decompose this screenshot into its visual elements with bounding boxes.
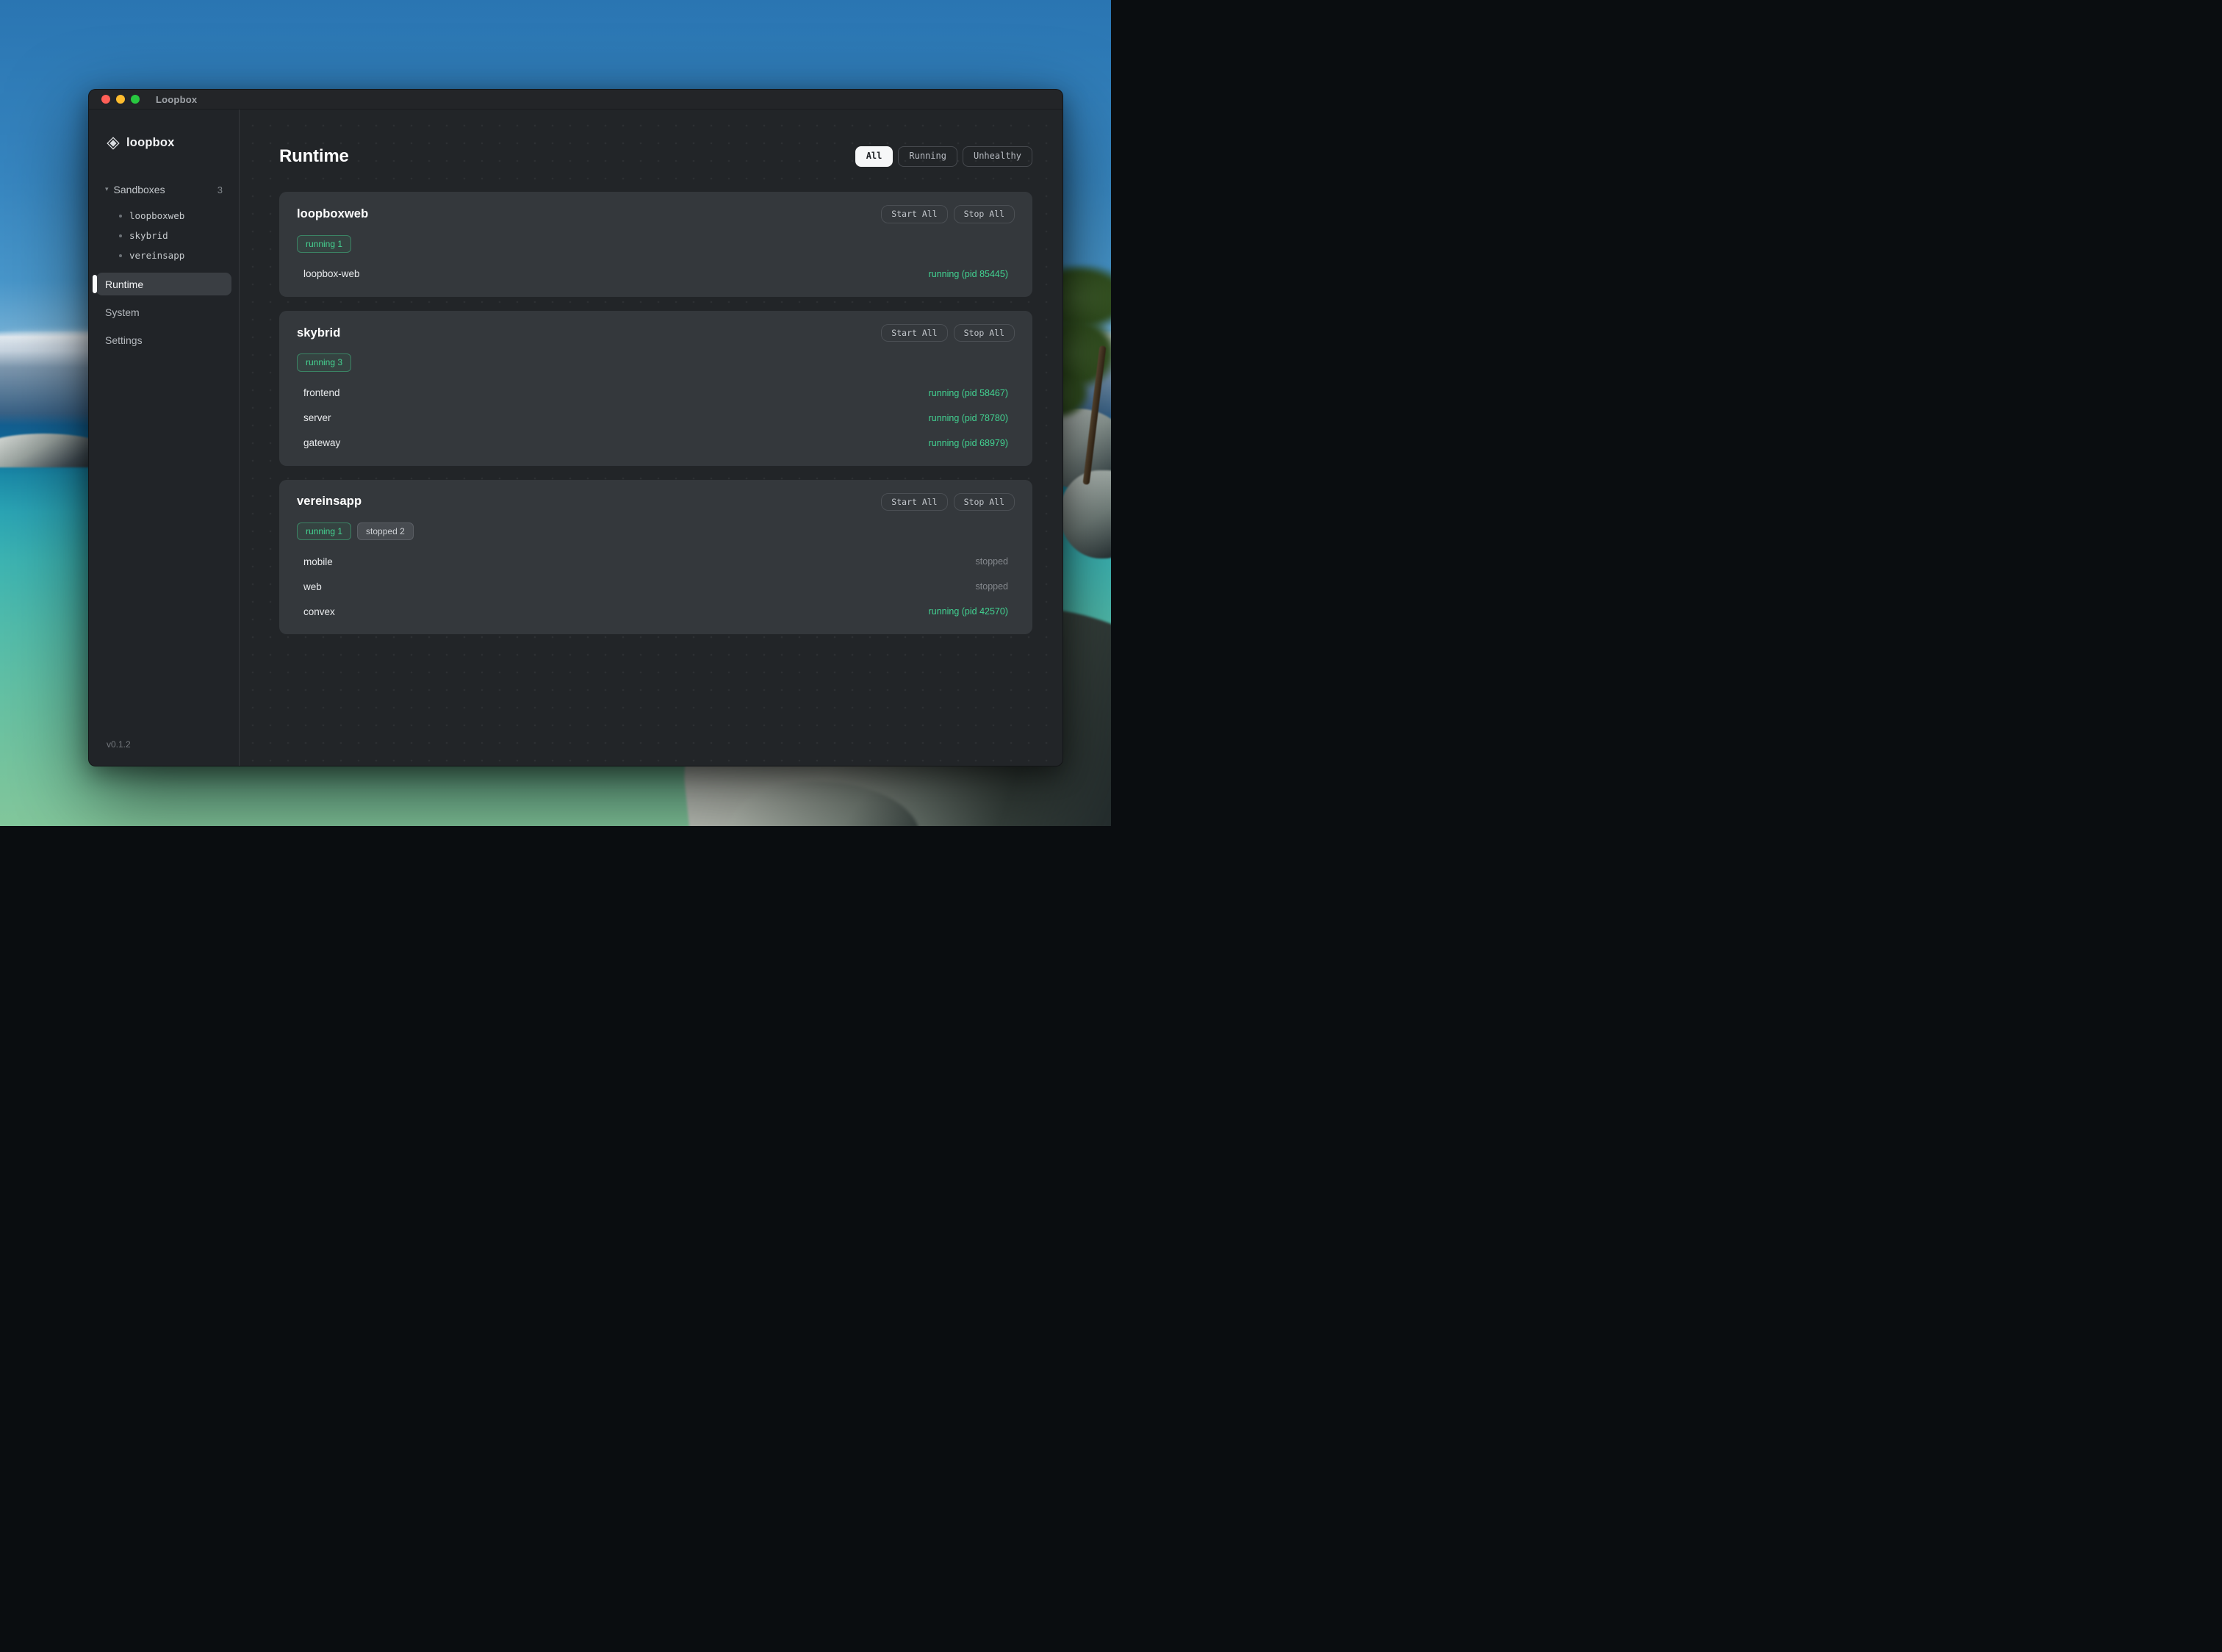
logo-text: loopbox <box>126 136 175 150</box>
stop-all-button[interactable]: Stop All <box>954 493 1015 511</box>
card-header: loopboxweb Start All Stop All <box>297 205 1015 223</box>
close-window-button[interactable] <box>101 95 110 104</box>
bullet-icon <box>119 234 122 237</box>
sandbox-card-skybrid: skybrid Start All Stop All running 3 fro… <box>279 311 1032 466</box>
process-row-loopbox-web[interactable]: loopbox-web running (pid 85445) <box>297 262 1015 287</box>
sidebar-nav: Runtime System Settings <box>89 271 239 353</box>
card-actions: Start All Stop All <box>881 205 1015 223</box>
status-badges: running 1 <box>297 235 1015 253</box>
sidebar-section-sandboxes[interactable]: ▾ Sandboxes 3 <box>99 181 229 198</box>
sidebar-item-settings[interactable]: Settings <box>96 329 231 351</box>
sandboxes-label: Sandboxes <box>114 184 212 195</box>
status-badges: running 3 <box>297 353 1015 371</box>
filter-all[interactable]: All <box>855 146 894 166</box>
process-rows: frontend running (pid 58467) server runn… <box>297 381 1015 456</box>
status-badges: running 1 stopped 2 <box>297 522 1015 540</box>
runtime-page: Runtime AllRunning Unhealthy loopboxweb S… <box>240 109 1063 766</box>
process-status: running (pid 78780) <box>929 413 1008 423</box>
sidebar-item-runtime[interactable]: Runtime <box>96 273 231 295</box>
maximize-window-button[interactable] <box>131 95 140 104</box>
process-row-mobile[interactable]: mobile stopped <box>297 549 1015 574</box>
status-count-badge: stopped 2 <box>357 522 414 540</box>
process-name: server <box>303 412 331 423</box>
filter-unhealthy[interactable]: Unhealthy <box>963 146 1032 166</box>
sandbox-item-label: skybrid <box>129 230 168 241</box>
process-status: stopped <box>976 581 1008 592</box>
window-title: Loopbox <box>156 94 197 105</box>
stop-all-button[interactable]: Stop All <box>954 324 1015 342</box>
process-name: loopbox-web <box>303 268 360 279</box>
sidebar-item-system[interactable]: System <box>96 301 231 323</box>
sandbox-name: skybrid <box>297 326 340 340</box>
process-status: running (pid 58467) <box>929 388 1008 398</box>
sidebar-sandbox-item-loopboxweb[interactable]: loopboxweb <box>89 206 239 226</box>
start-all-button[interactable]: Start All <box>881 324 947 342</box>
sandbox-item-label: loopboxweb <box>129 210 184 221</box>
loopbox-diamond-logo-icon <box>107 137 120 150</box>
sandbox-name: loopboxweb <box>297 207 368 221</box>
process-status: running (pid 68979) <box>929 438 1008 448</box>
sandboxes-count-badge: 3 <box>217 184 223 195</box>
process-status: running (pid 85445) <box>929 269 1008 279</box>
status-count-badge: running 1 <box>297 235 351 253</box>
bullet-icon <box>119 254 122 257</box>
sandbox-name: vereinsapp <box>297 495 362 509</box>
sandbox-card-vereinsapp: vereinsapp Start All Stop All running 1 s… <box>279 480 1032 635</box>
sidebar: loopbox ▾ Sandboxes 3 loopboxweb skybrid… <box>89 109 240 766</box>
app-window: Loopbox loopbox ▾ Sandboxes 3 <box>88 89 1063 766</box>
card-header: skybrid Start All Stop All <box>297 324 1015 342</box>
app-logo: loopbox <box>89 109 239 150</box>
process-rows: mobile stopped web stopped convex runnin… <box>297 549 1015 624</box>
start-all-button[interactable]: Start All <box>881 205 947 223</box>
bullet-icon <box>119 215 122 218</box>
process-row-server[interactable]: server running (pid 78780) <box>297 406 1015 431</box>
sandbox-item-label: vereinsapp <box>129 250 184 261</box>
desktop-background: Loopbox loopbox ▾ Sandboxes 3 <box>0 0 1111 826</box>
sidebar-spacer <box>89 353 239 739</box>
filter-running[interactable]: Running <box>898 146 957 166</box>
filter-group: AllRunning Unhealthy <box>855 146 1032 166</box>
sidebar-sandbox-item-vereinsapp[interactable]: vereinsapp <box>89 245 239 265</box>
stop-all-button[interactable]: Stop All <box>954 205 1015 223</box>
page-title: Runtime <box>279 146 349 167</box>
process-name: convex <box>303 606 335 617</box>
process-name: gateway <box>303 437 340 448</box>
card-header: vereinsapp Start All Stop All <box>297 493 1015 511</box>
card-actions: Start All Stop All <box>881 324 1015 342</box>
process-row-gateway[interactable]: gateway running (pid 68979) <box>297 431 1015 456</box>
page-header: Runtime AllRunning Unhealthy <box>279 146 1032 167</box>
start-all-button[interactable]: Start All <box>881 493 947 511</box>
process-row-frontend[interactable]: frontend running (pid 58467) <box>297 381 1015 406</box>
sandbox-list: loopboxweb skybrid vereinsapp <box>89 206 239 265</box>
process-rows: loopbox-web running (pid 85445) <box>297 262 1015 287</box>
sidebar-item-label: System <box>105 306 140 318</box>
minimize-window-button[interactable] <box>116 95 125 104</box>
sidebar-item-label: Settings <box>105 334 143 346</box>
sandbox-card-loopboxweb: loopboxweb Start All Stop All running 1 … <box>279 192 1032 297</box>
status-count-badge: running 1 <box>297 522 351 540</box>
sidebar-item-label: Runtime <box>105 279 143 290</box>
card-actions: Start All Stop All <box>881 493 1015 511</box>
process-name: web <box>303 581 322 592</box>
process-status: running (pid 42570) <box>929 606 1008 617</box>
active-indicator <box>93 275 97 293</box>
sandbox-cards: loopboxweb Start All Stop All running 1 … <box>279 192 1032 634</box>
process-status: stopped <box>976 556 1008 567</box>
process-name: mobile <box>303 556 333 567</box>
window-titlebar[interactable]: Loopbox <box>89 90 1063 109</box>
process-name: frontend <box>303 387 340 398</box>
process-row-convex[interactable]: convex running (pid 42570) <box>297 599 1015 624</box>
app-version: v0.1.2 <box>89 739 239 766</box>
sidebar-sandbox-item-skybrid[interactable]: skybrid <box>89 226 239 245</box>
process-row-web[interactable]: web stopped <box>297 574 1015 599</box>
status-count-badge: running 3 <box>297 353 351 371</box>
chevron-down-icon: ▾ <box>105 186 109 193</box>
